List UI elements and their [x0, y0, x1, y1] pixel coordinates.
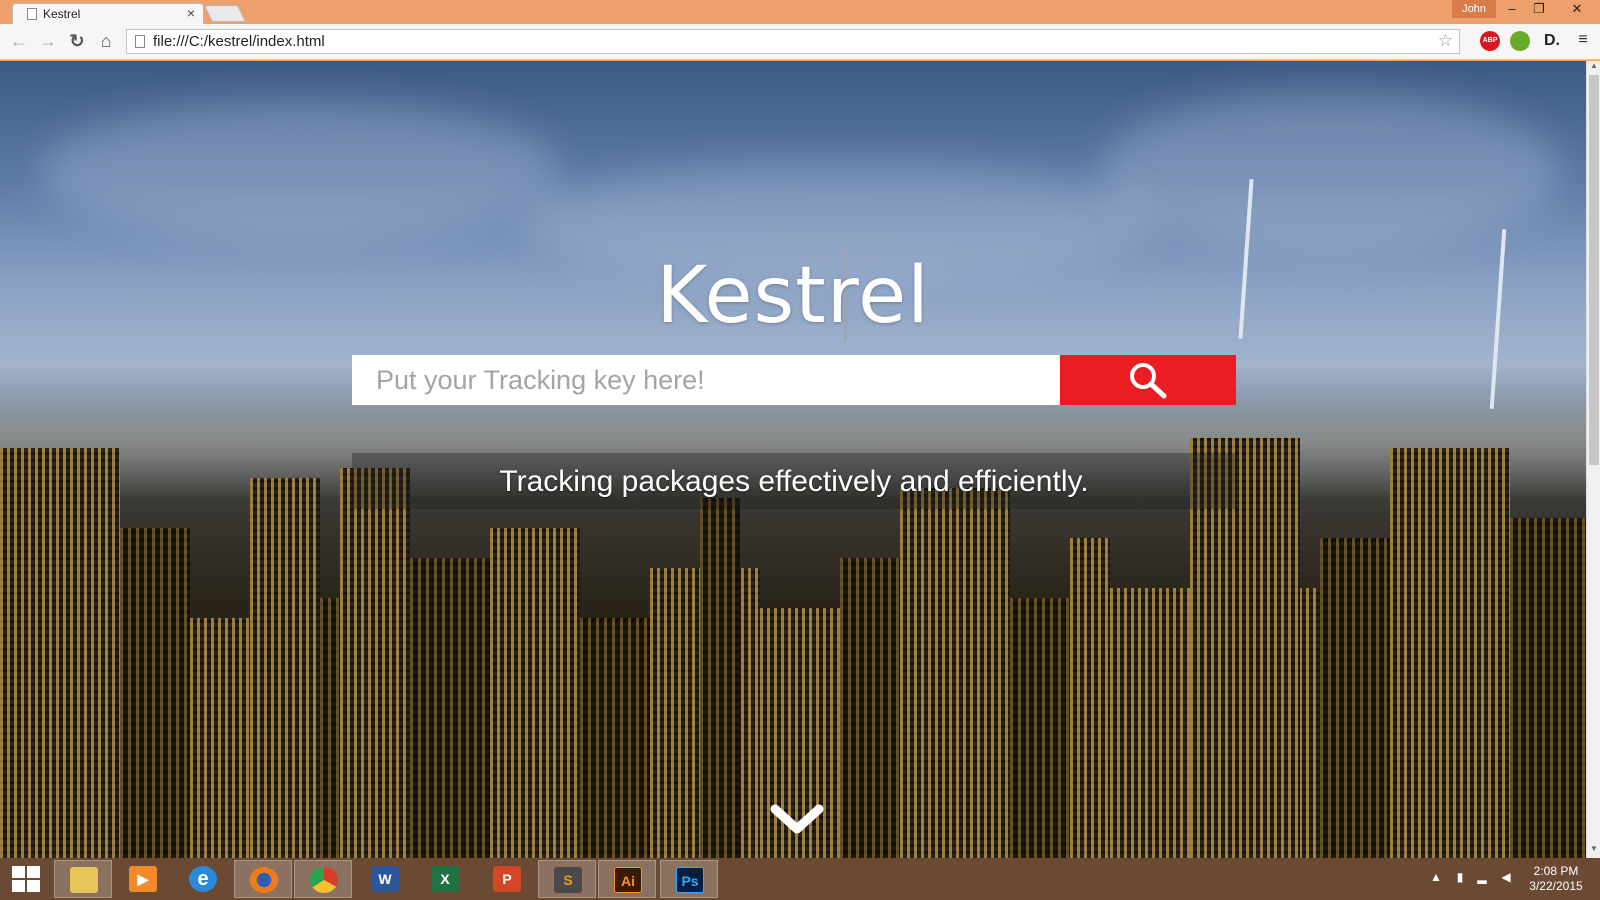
adblock-extension-icon[interactable]: ABP [1480, 31, 1500, 51]
close-window-button[interactable]: ✕ [1554, 0, 1600, 20]
bookmark-star-icon[interactable]: ☆ [1438, 31, 1453, 51]
taskbar-photoshop[interactable]: Ps [660, 860, 718, 898]
scroll-down-chevron-icon[interactable] [769, 801, 825, 837]
taskbar-chrome[interactable] [294, 860, 352, 898]
tab-title: Kestrel [43, 7, 81, 21]
cloud-shape [40, 101, 560, 241]
building [250, 478, 320, 858]
taskbar-word[interactable]: W [356, 860, 414, 898]
new-tab-button[interactable] [204, 5, 246, 22]
battery-icon[interactable]: ▮ [1452, 870, 1468, 886]
tab-close-icon[interactable]: × [187, 5, 195, 21]
building [410, 558, 490, 858]
scroll-up-arrow-icon[interactable]: ▲ [1587, 61, 1600, 75]
start-windows-icon[interactable] [12, 866, 42, 892]
clock-time: 2:08 PM [1533, 864, 1579, 878]
building [700, 498, 740, 858]
internet-explorer-icon: e [189, 866, 217, 892]
powerpoint-icon: P [493, 866, 521, 892]
excel-icon: X [431, 866, 459, 892]
page-favicon-icon [27, 8, 37, 20]
page-scrollbar[interactable]: ▲ ▼ [1586, 61, 1600, 858]
browser-titlebar: Kestrel × John – ❐ ✕ [0, 0, 1600, 24]
page-document-icon [135, 35, 145, 48]
building [900, 488, 1010, 858]
reload-icon[interactable]: ↻ [66, 30, 88, 52]
taskbar-clock[interactable]: 2:08 PM 3/22/2015 [1520, 864, 1592, 894]
back-arrow-icon[interactable]: ← [8, 30, 30, 52]
scrollbar-thumb[interactable] [1589, 75, 1599, 465]
illustrator-icon: Ai [614, 867, 642, 893]
taskbar-excel[interactable]: X [416, 860, 474, 898]
minimize-button[interactable]: – [1500, 0, 1524, 20]
building [1320, 538, 1390, 858]
tracking-key-input[interactable] [352, 355, 1060, 405]
sublime-text-icon: S [554, 867, 582, 893]
taskbar-file-explorer[interactable] [54, 860, 112, 898]
taskbar-internet-explorer[interactable]: e [174, 860, 232, 898]
d-extension-icon[interactable]: D. [1542, 31, 1562, 51]
tagline-text: Tracking packages effectively and effici… [499, 465, 1089, 498]
chrome-icon [310, 867, 338, 893]
maximize-button[interactable]: ❐ [1526, 0, 1552, 20]
address-bar[interactable]: file:///C:/kestrel/index.html ☆ [126, 29, 1460, 54]
scroll-down-arrow-icon[interactable]: ▼ [1587, 844, 1600, 858]
building [340, 468, 410, 858]
page-title: Kestrel [656, 251, 930, 341]
green-extension-icon[interactable] [1510, 31, 1530, 51]
building [1010, 598, 1070, 858]
forward-arrow-icon[interactable]: → [37, 30, 59, 52]
search-button[interactable] [1060, 355, 1236, 405]
address-url[interactable]: file:///C:/kestrel/index.html [153, 33, 325, 50]
building [1510, 518, 1586, 858]
cloud-shape [1100, 91, 1560, 251]
menu-icon[interactable]: ≡ [1574, 31, 1592, 49]
tab-kestrel[interactable]: Kestrel × [12, 3, 204, 24]
media-player-icon: ▶ [129, 866, 157, 892]
building [840, 558, 900, 858]
windows-taskbar: ▶ e W X P S Ai Ps ▲ ▮ ▂ ◀ 2:08 PM 3/22/2… [0, 858, 1600, 900]
network-signal-icon[interactable]: ▂ [1474, 870, 1490, 886]
building [1070, 538, 1110, 858]
folder-icon [70, 867, 98, 893]
tracking-search-form [352, 355, 1236, 405]
browser-toolbar: ← → ↻ ⌂ file:///C:/kestrel/index.html ☆ … [0, 24, 1600, 60]
building [490, 528, 580, 858]
word-icon: W [371, 866, 399, 892]
taskbar-illustrator[interactable]: Ai [598, 860, 656, 898]
taskbar-sublime-text[interactable]: S [538, 860, 596, 898]
search-icon [1130, 363, 1167, 399]
taskbar-powerpoint[interactable]: P [478, 860, 536, 898]
clock-date: 3/22/2015 [1529, 879, 1583, 893]
page-viewport: Kestrel Tracking packages effectively an… [0, 61, 1586, 858]
firefox-icon [250, 867, 278, 893]
building [120, 528, 190, 858]
taskbar-firefox[interactable] [234, 860, 292, 898]
taskbar-media-player[interactable]: ▶ [114, 860, 172, 898]
building [0, 448, 120, 858]
show-hidden-icons-icon[interactable]: ▲ [1428, 870, 1444, 886]
photoshop-icon: Ps [676, 867, 704, 893]
chevron-down-icon [770, 804, 824, 834]
home-icon[interactable]: ⌂ [95, 30, 117, 52]
profile-user-badge[interactable]: John [1452, 0, 1496, 18]
building [1390, 448, 1510, 858]
tagline-band: Tracking packages effectively and effici… [352, 453, 1236, 509]
building [190, 618, 250, 858]
building [580, 618, 650, 858]
volume-icon[interactable]: ◀ [1498, 870, 1514, 886]
